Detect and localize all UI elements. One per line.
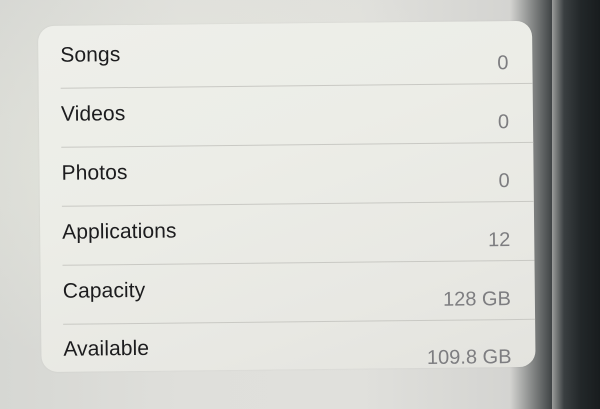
applications-value: 12: [487, 229, 511, 252]
capacity-value: 128 GB: [442, 288, 512, 311]
songs-row: Songs 0: [60, 24, 533, 89]
applications-row: Applications 12: [61, 201, 535, 266]
available-label: Available: [63, 336, 150, 361]
capacity-row: Capacity 128 GB: [62, 260, 536, 325]
videos-row: Videos 0: [60, 83, 534, 148]
capacity-label: Capacity: [62, 278, 146, 303]
about-info-group: Songs 0 Videos 0 Photos 0 Applications 1…: [38, 20, 536, 372]
photos-row: Photos 0: [61, 142, 534, 207]
videos-value: 0: [497, 111, 510, 134]
songs-value: 0: [497, 52, 509, 75]
applications-label: Applications: [62, 219, 177, 244]
device-bezel: [552, 0, 600, 409]
available-row: Available 109.8 GB: [63, 319, 536, 382]
available-value: 109.8 GB: [426, 346, 512, 369]
photos-value: 0: [498, 170, 510, 193]
videos-label: Videos: [60, 102, 126, 126]
songs-label: Songs: [60, 43, 121, 67]
photos-label: Photos: [61, 161, 128, 185]
